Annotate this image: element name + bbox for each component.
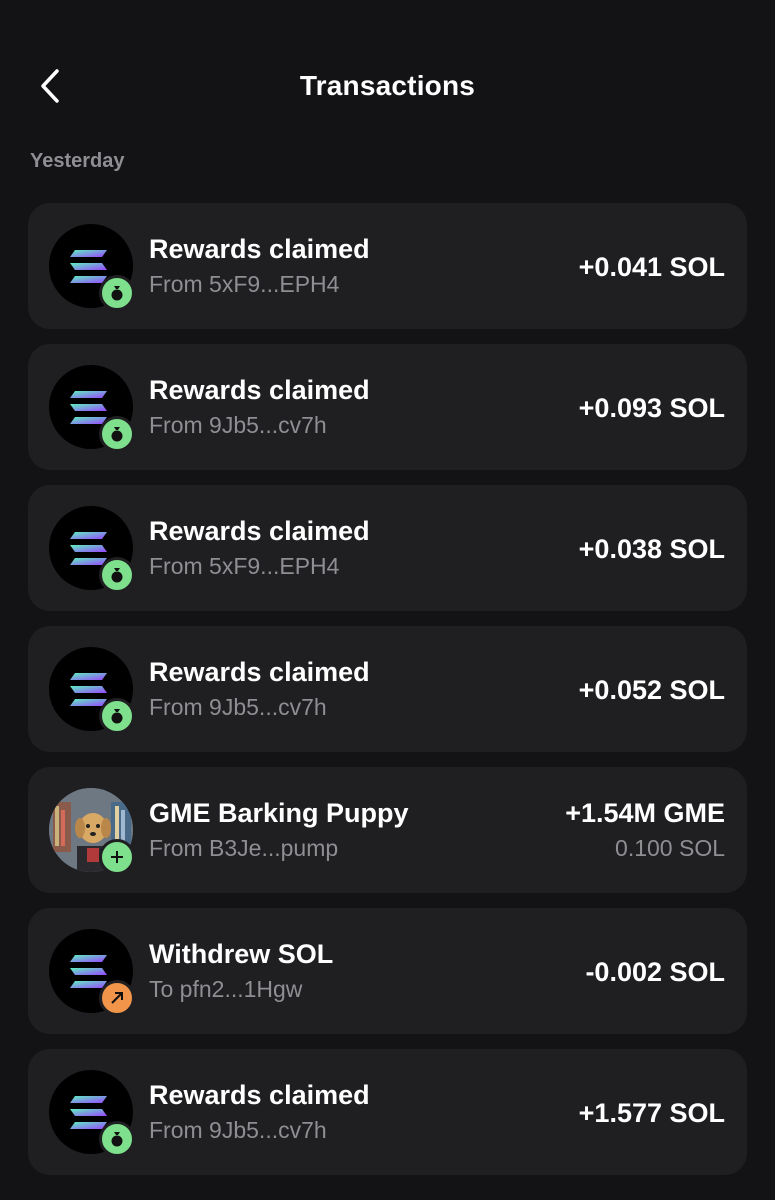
transaction-row[interactable]: GME Barking Puppy From B3Je...pump +1.54… bbox=[28, 767, 747, 893]
transaction-title: Rewards claimed bbox=[149, 516, 370, 546]
token-avatar bbox=[49, 365, 135, 452]
transaction-address: From B3Je...pump bbox=[149, 835, 339, 861]
transaction-address: To pfn2...1Hgw bbox=[149, 976, 303, 1002]
token-avatar bbox=[49, 929, 135, 1016]
money-bag-icon bbox=[99, 1121, 135, 1157]
transaction-address: From 5xF9...EPH4 bbox=[149, 271, 340, 297]
transaction-address: From 9Jb5...cv7h bbox=[149, 694, 327, 720]
header: Transactions bbox=[0, 0, 775, 140]
page-title: Transactions bbox=[299, 70, 476, 101]
transaction-title: Rewards claimed bbox=[149, 1080, 370, 1110]
transaction-title: GME Barking Puppy bbox=[149, 798, 409, 828]
transaction-row[interactable]: Rewards claimed From 5xF9...EPH4 +0.041 … bbox=[28, 203, 747, 329]
transaction-amount: +1.54M GME bbox=[565, 798, 725, 828]
arrow-up-right-icon bbox=[99, 980, 135, 1016]
token-avatar bbox=[49, 506, 135, 593]
transaction-title: Rewards claimed bbox=[149, 375, 370, 405]
token-avatar bbox=[49, 788, 135, 875]
transaction-row[interactable]: Rewards claimed From 5xF9...EPH4 +0.038 … bbox=[28, 485, 747, 611]
money-bag-icon bbox=[99, 557, 135, 593]
transaction-row[interactable]: Withdrew SOL To pfn2...1Hgw -0.002 SOL bbox=[28, 908, 747, 1034]
section-label-date: Yesterday bbox=[30, 150, 125, 172]
transaction-amount: -0.002 SOL bbox=[585, 957, 725, 987]
plus-icon bbox=[99, 839, 135, 875]
transaction-amount: +1.577 SOL bbox=[578, 1098, 725, 1128]
transaction-address: From 9Jb5...cv7h bbox=[149, 412, 327, 438]
money-bag-icon bbox=[99, 698, 135, 734]
token-avatar bbox=[49, 647, 135, 734]
token-avatar bbox=[49, 1070, 135, 1157]
transaction-address: From 5xF9...EPH4 bbox=[149, 553, 340, 579]
money-bag-icon bbox=[99, 275, 135, 311]
transaction-amount-sol: 0.100 SOL bbox=[615, 835, 725, 861]
transaction-address: From 9Jb5...cv7h bbox=[149, 1117, 327, 1143]
transaction-row[interactable]: Rewards claimed From 9Jb5...cv7h +0.093 … bbox=[28, 344, 747, 470]
transaction-list: Rewards claimed From 5xF9...EPH4 +0.041 … bbox=[28, 203, 747, 1190]
transaction-title: Withdrew SOL bbox=[149, 939, 334, 969]
transaction-row[interactable]: Rewards claimed From 9Jb5...cv7h +1.577 … bbox=[28, 1049, 747, 1175]
token-avatar bbox=[49, 224, 135, 311]
transaction-amount: +0.038 SOL bbox=[578, 534, 725, 564]
transaction-title: Rewards claimed bbox=[149, 234, 370, 264]
transaction-amount: +0.041 SOL bbox=[578, 252, 725, 282]
transaction-amount: +0.093 SOL bbox=[578, 393, 725, 423]
transaction-row[interactable]: Rewards claimed From 9Jb5...cv7h +0.052 … bbox=[28, 626, 747, 752]
money-bag-icon bbox=[99, 416, 135, 452]
transaction-amount: +0.052 SOL bbox=[578, 675, 725, 705]
transaction-title: Rewards claimed bbox=[149, 657, 370, 687]
